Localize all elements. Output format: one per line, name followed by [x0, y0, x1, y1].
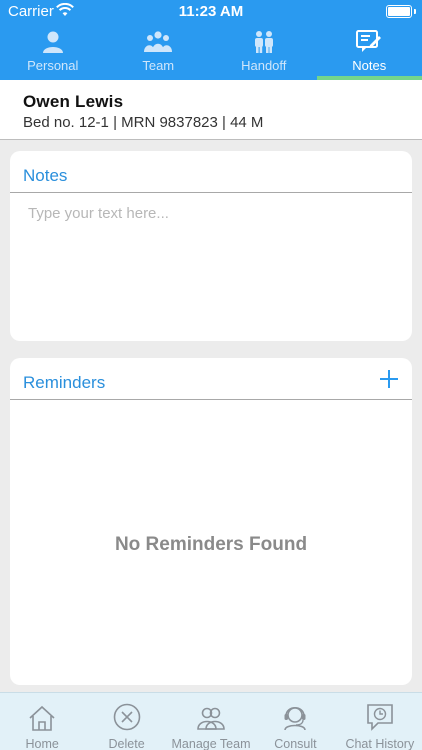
reminders-card: Reminders No Reminders Found [10, 358, 412, 685]
patient-header: Owen Lewis Bed no. 12-1 | MRN 9837823 | … [0, 80, 422, 140]
bottom-tab-consult-label: Consult [274, 737, 317, 750]
bottom-tab-home[interactable]: Home [0, 693, 84, 750]
team-icon [106, 29, 212, 55]
reminders-card-header: Reminders [10, 358, 412, 400]
screen: Carrier 11:23 AM Personal Team Handoff N… [0, 0, 422, 750]
bottom-tab-bar: Home Delete Manage Team Consult Chat His… [0, 692, 422, 750]
notes-input[interactable] [10, 195, 412, 339]
tab-notes[interactable]: Notes [316, 27, 422, 80]
handoff-icon [211, 29, 317, 55]
delete-icon [84, 701, 168, 731]
manage-team-icon [169, 701, 253, 731]
tab-team[interactable]: Team [106, 27, 212, 80]
chat-history-icon [338, 701, 422, 731]
header: Carrier 11:23 AM Personal Team Handoff N… [0, 0, 422, 80]
patient-details: Bed no. 12-1 | MRN 9837823 | 44 M [23, 114, 264, 131]
battery-icon [386, 5, 416, 18]
bottom-tab-delete-label: Delete [108, 737, 145, 750]
bottom-tab-manage-team-label: Manage Team [171, 737, 251, 750]
add-reminder-button[interactable] [378, 368, 400, 390]
bottom-tab-consult[interactable]: Consult [253, 693, 337, 750]
notes-title: Notes [23, 166, 68, 185]
notes-card: Notes [10, 151, 412, 341]
bottom-tab-chat-history[interactable]: Chat History [338, 693, 422, 750]
notes-card-header: Notes [10, 151, 412, 193]
bottom-tab-chat-history-label: Chat History [345, 737, 415, 750]
top-tab-bar: Personal Team Handoff Notes [0, 27, 422, 80]
tab-notes-label: Notes [352, 58, 387, 73]
status-bar: Carrier 11:23 AM [0, 0, 422, 24]
bottom-tab-manage-team[interactable]: Manage Team [169, 693, 253, 750]
patient-name: Owen Lewis [23, 92, 124, 111]
tab-handoff[interactable]: Handoff [211, 27, 317, 80]
consult-icon [253, 701, 337, 731]
empty-reminders-message: No Reminders Found [114, 534, 308, 555]
status-time: 11:23 AM [178, 3, 244, 20]
tab-personal-label: Personal [27, 58, 79, 73]
home-icon [0, 701, 84, 731]
bottom-tab-home-label: Home [25, 737, 59, 750]
person-icon [0, 29, 106, 55]
bottom-tab-delete[interactable]: Delete [84, 693, 168, 750]
tab-handoff-label: Handoff [241, 58, 287, 73]
notes-icon [317, 29, 422, 55]
reminders-title: Reminders [23, 373, 106, 392]
tab-team-label: Team [142, 58, 175, 73]
tab-personal[interactable]: Personal [0, 27, 106, 80]
